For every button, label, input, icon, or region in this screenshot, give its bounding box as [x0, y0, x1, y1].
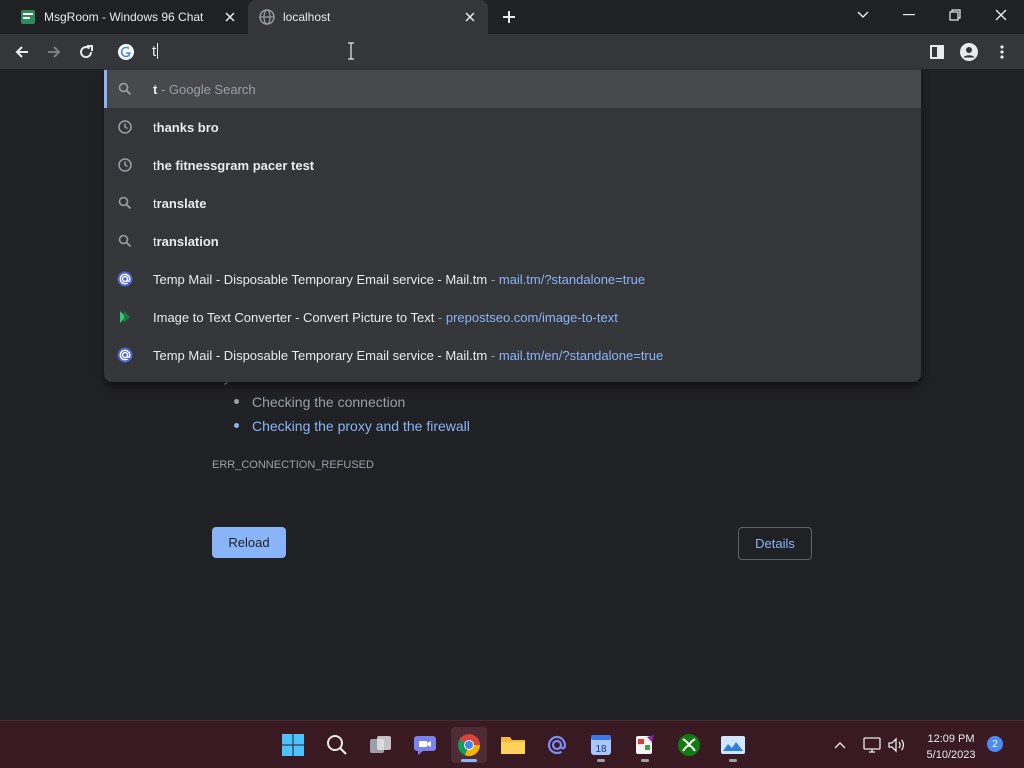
globe-icon [259, 9, 275, 25]
svg-text:18: 18 [595, 744, 607, 755]
title-bar: MsgRoom - Windows 96 Chat localhost [0, 0, 1024, 34]
bullet [234, 399, 239, 404]
running-indicator [729, 759, 737, 762]
tab-search-button[interactable] [840, 0, 886, 30]
reload-toolbar-button[interactable] [72, 38, 100, 66]
network-icon[interactable] [862, 735, 882, 755]
back-button[interactable] [8, 38, 36, 66]
forward-button[interactable] [40, 38, 68, 66]
tab-title: localhost [283, 10, 331, 24]
notification-badge[interactable]: 2 [987, 736, 1003, 752]
start-icon[interactable] [275, 727, 311, 763]
search-icon [117, 233, 133, 249]
chrome-icon[interactable] [451, 727, 487, 763]
clock[interactable]: 12:09 PM 5/10/2023 [915, 731, 987, 763]
xbox-icon[interactable] [671, 727, 707, 763]
suggestion-site-mailtm-en[interactable]: Temp Mail - Disposable Temporary Email s… [104, 336, 921, 374]
suggestion-search-translate[interactable]: translate [104, 184, 921, 222]
link-checking-proxy-firewall[interactable]: Checking the proxy and the firewall [252, 418, 470, 434]
suggestion-title: Temp Mail - Disposable Temporary Email s… [153, 272, 488, 287]
search-icon[interactable] [319, 727, 355, 763]
suggestion-title: Temp Mail - Disposable Temporary Email s… [153, 348, 488, 363]
suggestion-site-prepostseo[interactable]: Image to Text Converter - Convert Pictur… [104, 298, 921, 336]
text-cursor-icon [347, 42, 355, 65]
tab-title: MsgRoom - Windows 96 Chat [44, 10, 204, 24]
close-tab-icon[interactable] [222, 9, 238, 25]
paint-icon[interactable] [627, 727, 663, 763]
mail-icon[interactable] [539, 727, 575, 763]
running-indicator [641, 759, 649, 762]
search-icon [117, 81, 133, 97]
task-view-icon[interactable] [363, 727, 399, 763]
side-panel-button[interactable] [923, 38, 951, 66]
history-icon [117, 119, 133, 135]
active-indicator [461, 759, 477, 762]
suggestion-checking-connection: Checking the connection [252, 394, 406, 410]
reload-button[interactable]: Reload [212, 527, 286, 558]
minimize-button[interactable] [886, 0, 932, 30]
suggestion-search-translation[interactable]: translation [104, 222, 921, 260]
suggestion-suffix: - Google Search [157, 82, 256, 97]
calendar-icon[interactable]: 18 [583, 727, 619, 763]
suggestion-search-t[interactable]: t - Google Search [104, 70, 921, 108]
show-hidden-icons-icon[interactable] [830, 735, 850, 755]
volume-icon[interactable] [886, 735, 906, 755]
clock-time: 12:09 PM [927, 733, 975, 745]
prepostseo-icon [117, 309, 133, 325]
suggestion-history-1[interactable]: thanks bro [104, 108, 921, 146]
search-icon [117, 195, 133, 211]
running-indicator [597, 759, 605, 762]
tab-localhost[interactable]: localhost [248, 0, 488, 34]
close-tab-icon[interactable] [462, 9, 478, 25]
close-window-button[interactable] [978, 0, 1024, 30]
clock-date: 5/10/2023 [926, 749, 976, 761]
google-icon [117, 43, 135, 61]
bullet [234, 423, 239, 428]
photos-icon[interactable] [715, 727, 751, 763]
file-explorer-icon[interactable] [495, 727, 531, 763]
omnibox[interactable]: t [104, 34, 921, 70]
details-button[interactable]: Details [738, 527, 812, 560]
omnibox-input[interactable]: t [152, 43, 159, 60]
suggestion-url: prepostseo.com/image-to-text [445, 310, 618, 325]
history-icon [117, 157, 133, 173]
error-code: ERR_CONNECTION_REFUSED [212, 459, 374, 471]
chat-icon[interactable] [407, 727, 443, 763]
suggestion-url: mail.tm/en/?standalone=true [498, 348, 664, 363]
profile-button[interactable] [955, 38, 983, 66]
mailtm-icon [117, 347, 133, 363]
omnibox-suggestions: t - Google Search thanks bro the fitness… [104, 70, 921, 382]
msgroom-icon [20, 9, 36, 25]
menu-button[interactable] [988, 38, 1016, 66]
suggestion-site-mailtm[interactable]: Temp Mail - Disposable Temporary Email s… [104, 260, 921, 298]
tab-msgroom[interactable]: MsgRoom - Windows 96 Chat [10, 0, 248, 34]
suggestion-history-2[interactable]: the fitnessgram pacer test [104, 146, 921, 184]
taskbar: 18 12:09 PM 5/10/2023 [0, 720, 1024, 768]
restore-button[interactable] [932, 0, 978, 30]
suggestion-title: Image to Text Converter - Convert Pictur… [153, 310, 435, 325]
new-tab-button[interactable] [498, 6, 520, 28]
suggestion-url: mail.tm/?standalone=true [498, 272, 646, 287]
mailtm-icon [117, 271, 133, 287]
